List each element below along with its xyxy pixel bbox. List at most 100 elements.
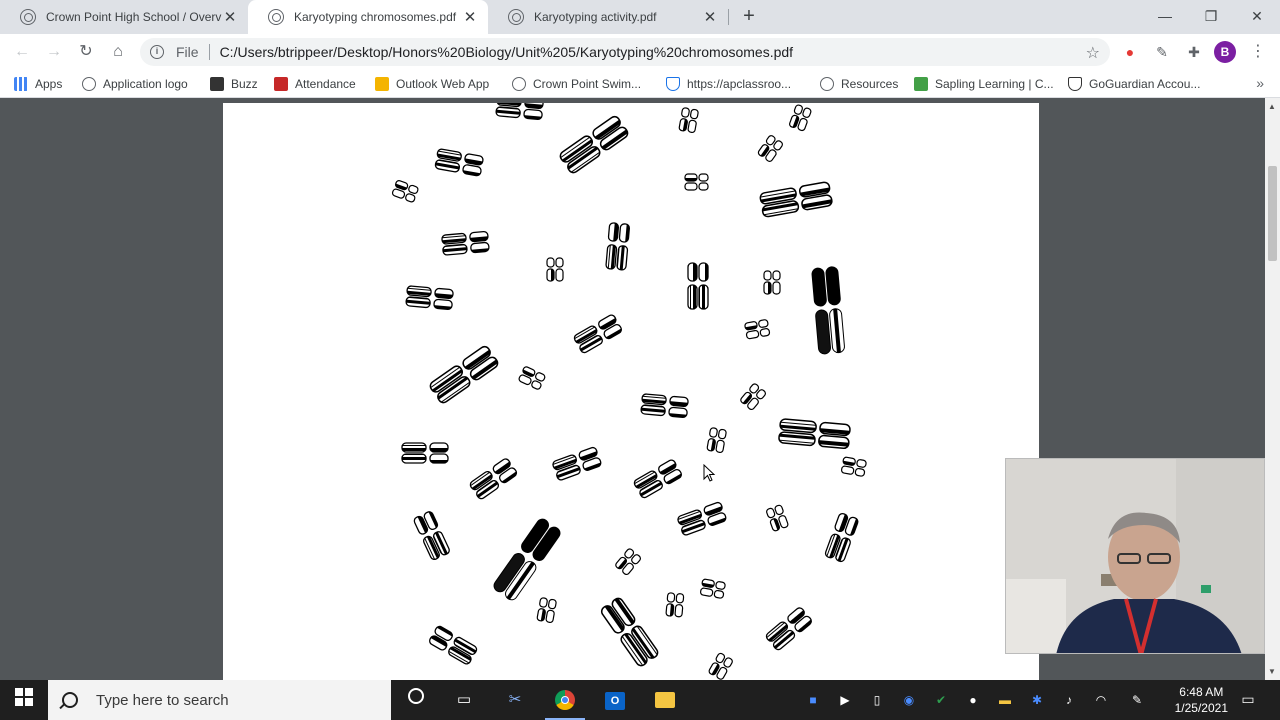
- search-placeholder: Type here to search: [96, 691, 229, 709]
- back-button[interactable]: ←: [10, 40, 34, 64]
- bookmark-label: Outlook Web App: [396, 77, 490, 91]
- bookmark-label: Attendance: [295, 77, 356, 91]
- zoom-tray-icon[interactable]: ■: [804, 691, 822, 709]
- webcam-video-feed: [1006, 459, 1264, 653]
- apps-grid-icon: [14, 77, 28, 91]
- scroll-up-arrow-icon[interactable]: ▲: [1268, 102, 1276, 111]
- chrome-icon[interactable]: [553, 688, 577, 712]
- browser-toolbar: ← → ↻ ⌂ i File C:/Users/btrippeer/Deskto…: [0, 34, 1280, 70]
- omnibox-divider: [208, 44, 210, 60]
- reload-button[interactable]: ↻: [74, 40, 98, 64]
- cortana-icon[interactable]: [404, 688, 428, 712]
- bookmark-goguardian[interactable]: GoGuardian Accou...: [1068, 75, 1200, 93]
- webcam-overlay[interactable]: [1005, 458, 1265, 654]
- url-scheme: File: [176, 44, 199, 60]
- scroll-down-arrow-icon[interactable]: ▼: [1268, 667, 1276, 676]
- notification-icon[interactable]: ▭: [1238, 690, 1258, 710]
- vertical-scrollbar[interactable]: ▲ ▼: [1265, 98, 1280, 680]
- tab-separator: [728, 9, 729, 25]
- globe-icon: [820, 77, 834, 91]
- globe-icon: [512, 77, 526, 91]
- outlook-taskbar-icon[interactable]: O: [603, 688, 627, 712]
- more-menu-icon[interactable]: ⋮: [1248, 42, 1268, 62]
- bookmark-label: Buzz: [231, 77, 258, 91]
- bookmark-label: Crown Point Swim...: [533, 77, 642, 91]
- pdf-page[interactable]: [223, 103, 1039, 683]
- globe-icon: [20, 9, 36, 25]
- file-explorer-icon[interactable]: [653, 688, 677, 712]
- volume-icon[interactable]: ♪: [1060, 691, 1078, 709]
- bookmark-resources[interactable]: Resources: [820, 75, 898, 93]
- bookmark-label: Sapling Learning | C...: [935, 77, 1054, 91]
- address-bar[interactable]: i File C:/Users/btrippeer/Desktop/Honors…: [140, 38, 1110, 66]
- tab-strip: Crown Point High School / Overv ✕ Karyot…: [0, 0, 1280, 34]
- usb-tray-icon[interactable]: ▯: [868, 691, 886, 709]
- taskbar-search-box[interactable]: Type here to search: [48, 680, 391, 720]
- buzz-icon: [210, 77, 224, 91]
- bookmark-application-logo[interactable]: Application logo: [82, 75, 188, 93]
- hp-tray-icon[interactable]: ◉: [900, 691, 918, 709]
- task-view-icon[interactable]: ▭: [452, 688, 476, 712]
- mouse-cursor-icon: [703, 464, 716, 482]
- globe-icon: [508, 9, 524, 25]
- bookmark-sapling[interactable]: Sapling Learning | C...: [914, 75, 1054, 93]
- extension-icon[interactable]: ✎: [1152, 42, 1172, 62]
- bluetooth-tray-icon[interactable]: ✱: [1028, 691, 1046, 709]
- close-icon[interactable]: ✕: [702, 8, 718, 26]
- battery-tray-icon[interactable]: ▬: [996, 691, 1014, 709]
- close-icon[interactable]: ✕: [222, 8, 238, 26]
- bookmarks-overflow-button[interactable]: »: [1256, 75, 1264, 91]
- windows-start-icon[interactable]: [12, 688, 36, 712]
- chromosome-group: [391, 103, 868, 681]
- search-icon: [62, 692, 78, 708]
- camera-tray-icon[interactable]: ▶: [836, 691, 854, 709]
- home-button[interactable]: ⌂: [106, 40, 130, 64]
- outlook-icon: [375, 77, 389, 91]
- info-icon[interactable]: i: [150, 45, 164, 59]
- shield-icon: [666, 77, 680, 91]
- windows-taskbar: Type here to search ▭ ✂ O ■ ▶ ▯ ◉ ✔ ● ▬ …: [0, 680, 1280, 720]
- record-extension-icon[interactable]: ●: [1120, 42, 1140, 62]
- snip-tool-icon[interactable]: ✂: [503, 688, 527, 712]
- bookmark-crown-point-swim[interactable]: Crown Point Swim...: [512, 75, 641, 93]
- mic-tray-icon[interactable]: ●: [964, 691, 982, 709]
- clock-time: 6:48 AM: [1179, 685, 1224, 699]
- bookmark-buzz[interactable]: Buzz: [210, 75, 258, 93]
- pen-icon[interactable]: ✎: [1128, 691, 1146, 709]
- tab-karyotyping-activity[interactable]: Karyotyping activity.pdf ✕: [488, 0, 728, 34]
- tab-karyotyping-chromosomes[interactable]: Karyotyping chromosomes.pdf ✕: [248, 0, 488, 34]
- wifi-icon[interactable]: ◠: [1092, 691, 1110, 709]
- taskbar-clock[interactable]: 6:48 AM 1/25/2021: [1175, 684, 1228, 716]
- bookmark-label: https://apclassroo...: [687, 77, 792, 91]
- scrollbar-thumb[interactable]: [1268, 166, 1277, 261]
- tab-title: Karyotyping chromosomes.pdf: [294, 10, 457, 24]
- bookmark-label: Apps: [35, 77, 63, 91]
- new-tab-button[interactable]: +: [738, 5, 760, 27]
- restore-button[interactable]: ❐: [1188, 0, 1234, 32]
- minimize-button[interactable]: —: [1142, 0, 1188, 32]
- security-tray-icon[interactable]: ✔: [932, 691, 950, 709]
- forward-button[interactable]: →: [42, 40, 66, 64]
- sapling-icon: [914, 77, 928, 91]
- bookmark-outlook[interactable]: Outlook Web App: [375, 75, 489, 93]
- bookmark-label: GoGuardian Accou...: [1089, 77, 1201, 91]
- bookmark-label: Application logo: [103, 77, 188, 91]
- bookmark-attendance[interactable]: Attendance: [274, 75, 356, 93]
- puzzle-icon[interactable]: ✚: [1184, 42, 1204, 62]
- close-icon[interactable]: ✕: [462, 8, 478, 26]
- globe-icon: [82, 77, 96, 91]
- profile-avatar[interactable]: B: [1214, 41, 1236, 63]
- tab-title: Crown Point High School / Overv: [46, 10, 222, 24]
- tab-title: Karyotyping activity.pdf: [534, 10, 657, 24]
- tab-crown-point[interactable]: Crown Point High School / Overv ✕: [0, 0, 248, 34]
- bookmark-label: Resources: [841, 77, 899, 91]
- clock-date: 1/25/2021: [1174, 701, 1228, 715]
- bookmark-star-icon[interactable]: ☆: [1086, 43, 1100, 63]
- url-text[interactable]: C:/Users/btrippeer/Desktop/Honors%20Biol…: [220, 44, 794, 60]
- bookmark-apclassroom[interactable]: https://apclassroo...: [666, 75, 791, 93]
- goguardian-icon: [1068, 77, 1082, 91]
- sm-icon: [274, 77, 288, 91]
- bookmark-apps[interactable]: Apps: [14, 75, 62, 93]
- bookmarks-bar: Apps Application logo Buzz Attendance Ou…: [0, 70, 1280, 98]
- window-close-button[interactable]: ✕: [1234, 0, 1280, 32]
